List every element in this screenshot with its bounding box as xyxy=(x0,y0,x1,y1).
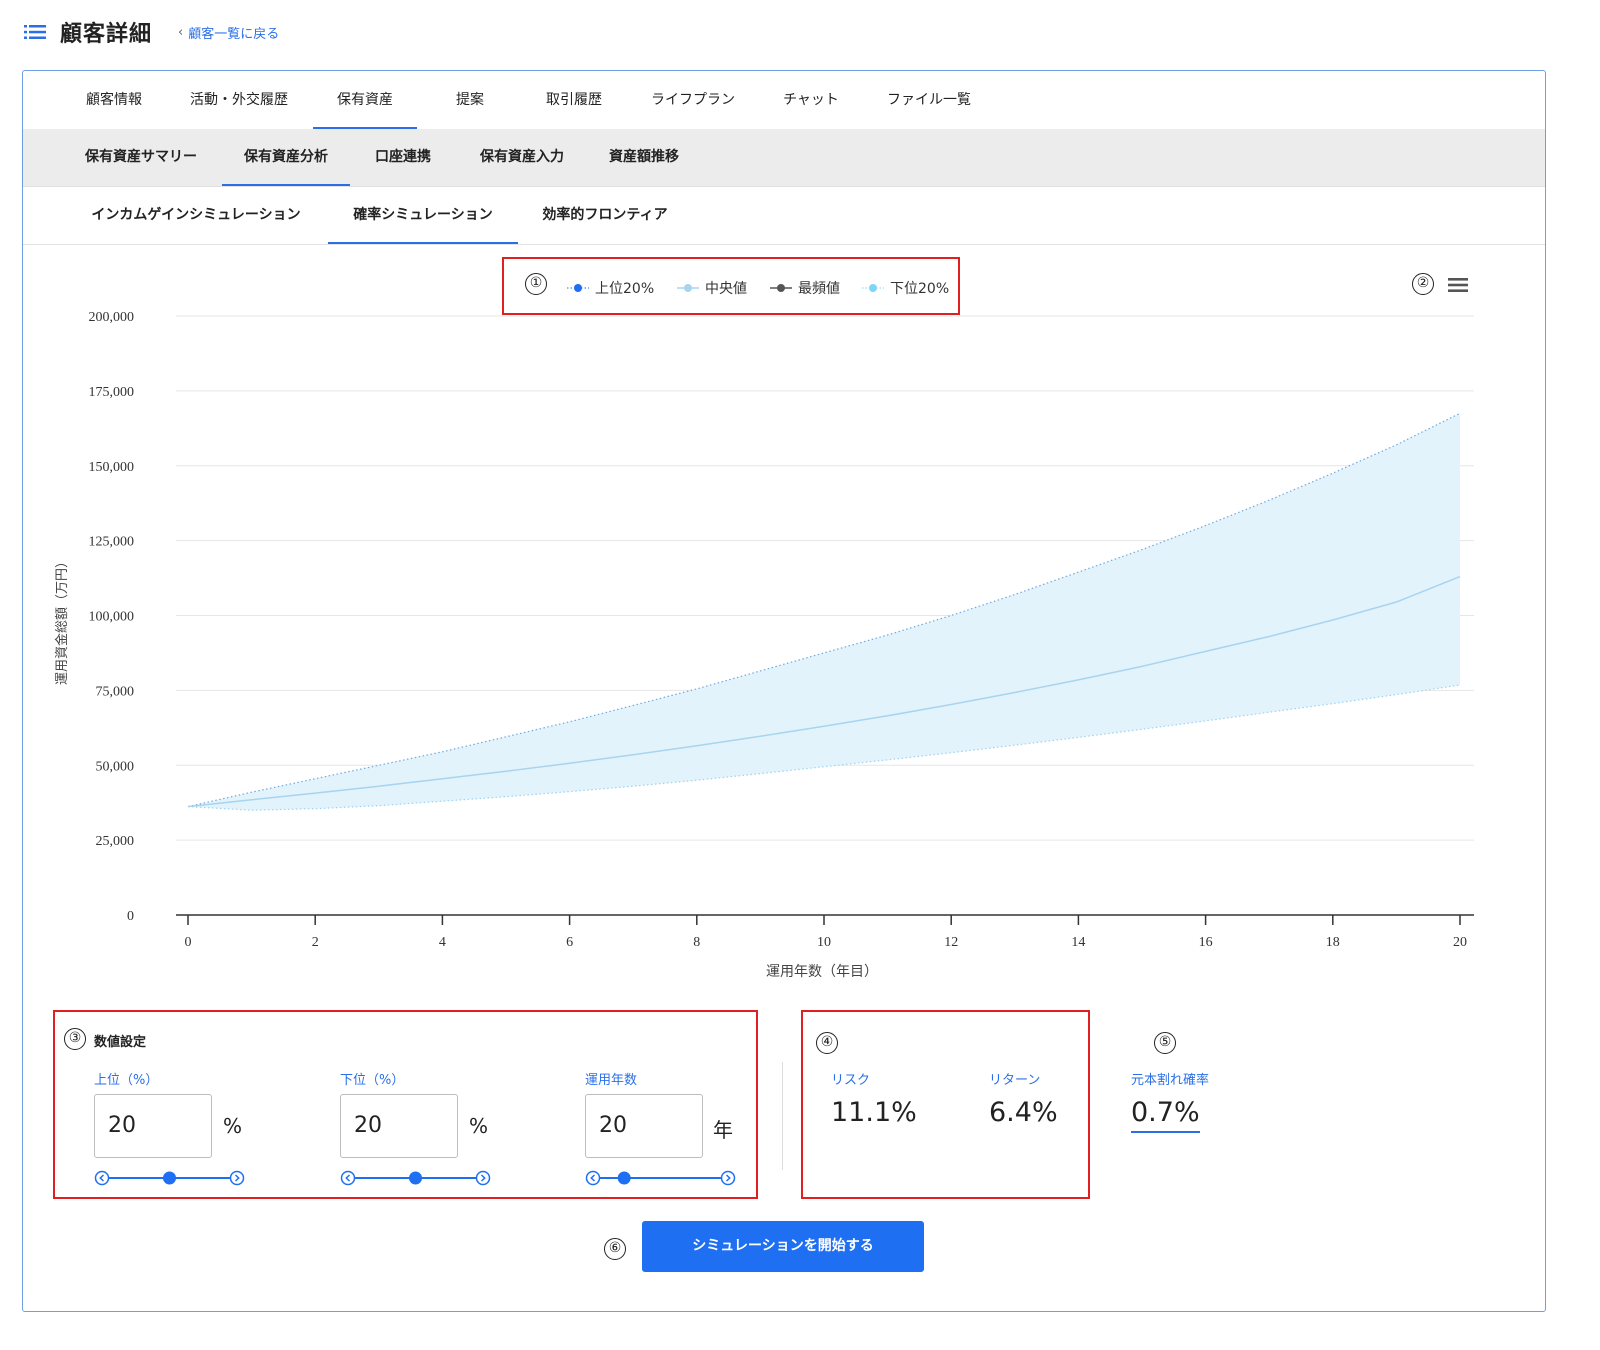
return-value: 6.4% xyxy=(989,1097,1058,1128)
legend-lower-marker-icon xyxy=(862,284,884,292)
risk-value: 11.1% xyxy=(831,1097,917,1128)
upper-percent-slider[interactable] xyxy=(94,1168,246,1188)
years-unit: 年 xyxy=(713,1118,733,1142)
return-label: リターン xyxy=(989,1073,1041,1088)
annotation-marker-6: ⑥ xyxy=(604,1238,626,1260)
x-tick-label: 18 xyxy=(1326,935,1340,950)
lower-percent-unit: % xyxy=(469,1114,489,1138)
x-tick-label: 14 xyxy=(1071,935,1085,950)
lower-percent-label: 下位（%） xyxy=(340,1073,405,1088)
legend-item-lower[interactable]: 下位20% xyxy=(862,279,949,297)
y-tick-label: 100,000 xyxy=(89,610,135,625)
annotation-marker-2: ② xyxy=(1412,273,1434,295)
risk-label: リスク xyxy=(831,1073,871,1088)
annotation-marker-5: ⑤ xyxy=(1154,1032,1176,1054)
legend-item-median[interactable]: 中央値 xyxy=(677,279,747,297)
x-tick-label: 0 xyxy=(185,935,192,950)
y-tick-label: 125,000 xyxy=(89,535,135,550)
y-tick-label: 200,000 xyxy=(89,310,135,325)
annotation-marker-1: ① xyxy=(525,273,547,295)
chart-menu-icon[interactable] xyxy=(1448,277,1468,293)
vertical-divider xyxy=(782,1062,783,1170)
probability-simulation-chart: 0 25,000 50,000 75,000 100,000 125,000 150,000… xyxy=(54,310,1474,980)
y-axis-label: 運用資金総額（万円） xyxy=(54,555,69,685)
settings-title: 数値設定 xyxy=(94,1035,147,1050)
upper-percent-input[interactable]: 20 xyxy=(94,1094,212,1158)
slider-thumb xyxy=(617,1171,631,1185)
slider-decrement-icon xyxy=(340,1170,356,1186)
x-tick-label: 2 xyxy=(312,935,319,950)
years-label: 運用年数 xyxy=(585,1073,638,1088)
slider-increment-icon xyxy=(475,1170,491,1186)
y-tick-label: 25,000 xyxy=(96,834,135,849)
legend-median-marker-icon xyxy=(677,284,699,292)
x-axis-label: 運用年数（年目） xyxy=(766,964,878,980)
slider-decrement-icon xyxy=(94,1170,110,1186)
loss-probability-label: 元本割れ確率 xyxy=(1131,1073,1210,1088)
slider-decrement-icon xyxy=(585,1170,601,1186)
annotation-marker-3: ③ xyxy=(64,1028,86,1050)
slider-thumb xyxy=(163,1171,176,1185)
legend-lower-label: 下位20% xyxy=(890,281,950,297)
legend-item-mode[interactable]: 最頻値 xyxy=(770,279,840,297)
legend-upper-marker-icon xyxy=(567,284,589,292)
y-tick-label: 150,000 xyxy=(89,460,135,475)
legend-median-label: 中央値 xyxy=(705,281,747,297)
x-tick-label: 8 xyxy=(693,935,700,950)
upper-percent-unit: % xyxy=(223,1114,243,1138)
y-tick-label: 0 xyxy=(127,909,134,924)
x-tick-label: 4 xyxy=(439,935,446,950)
y-tick-label: 75,000 xyxy=(96,684,135,699)
x-axis: 0 2 4 6 8 10 12 14 16 18 20 xyxy=(176,914,1474,950)
start-simulation-button[interactable]: シミュレーションを開始する xyxy=(642,1221,924,1272)
x-tick-label: 16 xyxy=(1199,935,1213,950)
years-input[interactable]: 20 xyxy=(585,1094,703,1158)
lower-percent-input[interactable]: 20 xyxy=(340,1094,458,1158)
lower-percent-slider[interactable] xyxy=(340,1168,492,1188)
y-tick-label: 50,000 xyxy=(96,759,135,774)
y-tick-label: 175,000 xyxy=(89,385,135,400)
annotation-marker-4: ④ xyxy=(816,1032,838,1054)
x-tick-label: 12 xyxy=(944,935,958,950)
upper-percent-label: 上位（%） xyxy=(94,1073,159,1088)
y-axis-ticks: 0 25,000 50,000 75,000 100,000 125,000 150,000… xyxy=(89,310,135,924)
legend-item-upper[interactable]: 上位20% xyxy=(567,279,654,297)
x-tick-label: 20 xyxy=(1453,935,1467,950)
x-tick-label: 10 xyxy=(817,935,831,950)
percentile-band-area xyxy=(188,413,1460,811)
slider-thumb xyxy=(409,1171,422,1185)
legend-upper-label: 上位20% xyxy=(595,281,655,297)
legend-mode-marker-icon xyxy=(770,284,792,292)
slider-increment-icon xyxy=(229,1170,245,1186)
x-tick-label: 6 xyxy=(566,935,573,950)
legend-mode-label: 最頻値 xyxy=(798,281,840,297)
years-slider[interactable] xyxy=(585,1168,737,1188)
slider-increment-icon xyxy=(720,1170,736,1186)
loss-probability-value: 0.7% xyxy=(1131,1097,1200,1133)
